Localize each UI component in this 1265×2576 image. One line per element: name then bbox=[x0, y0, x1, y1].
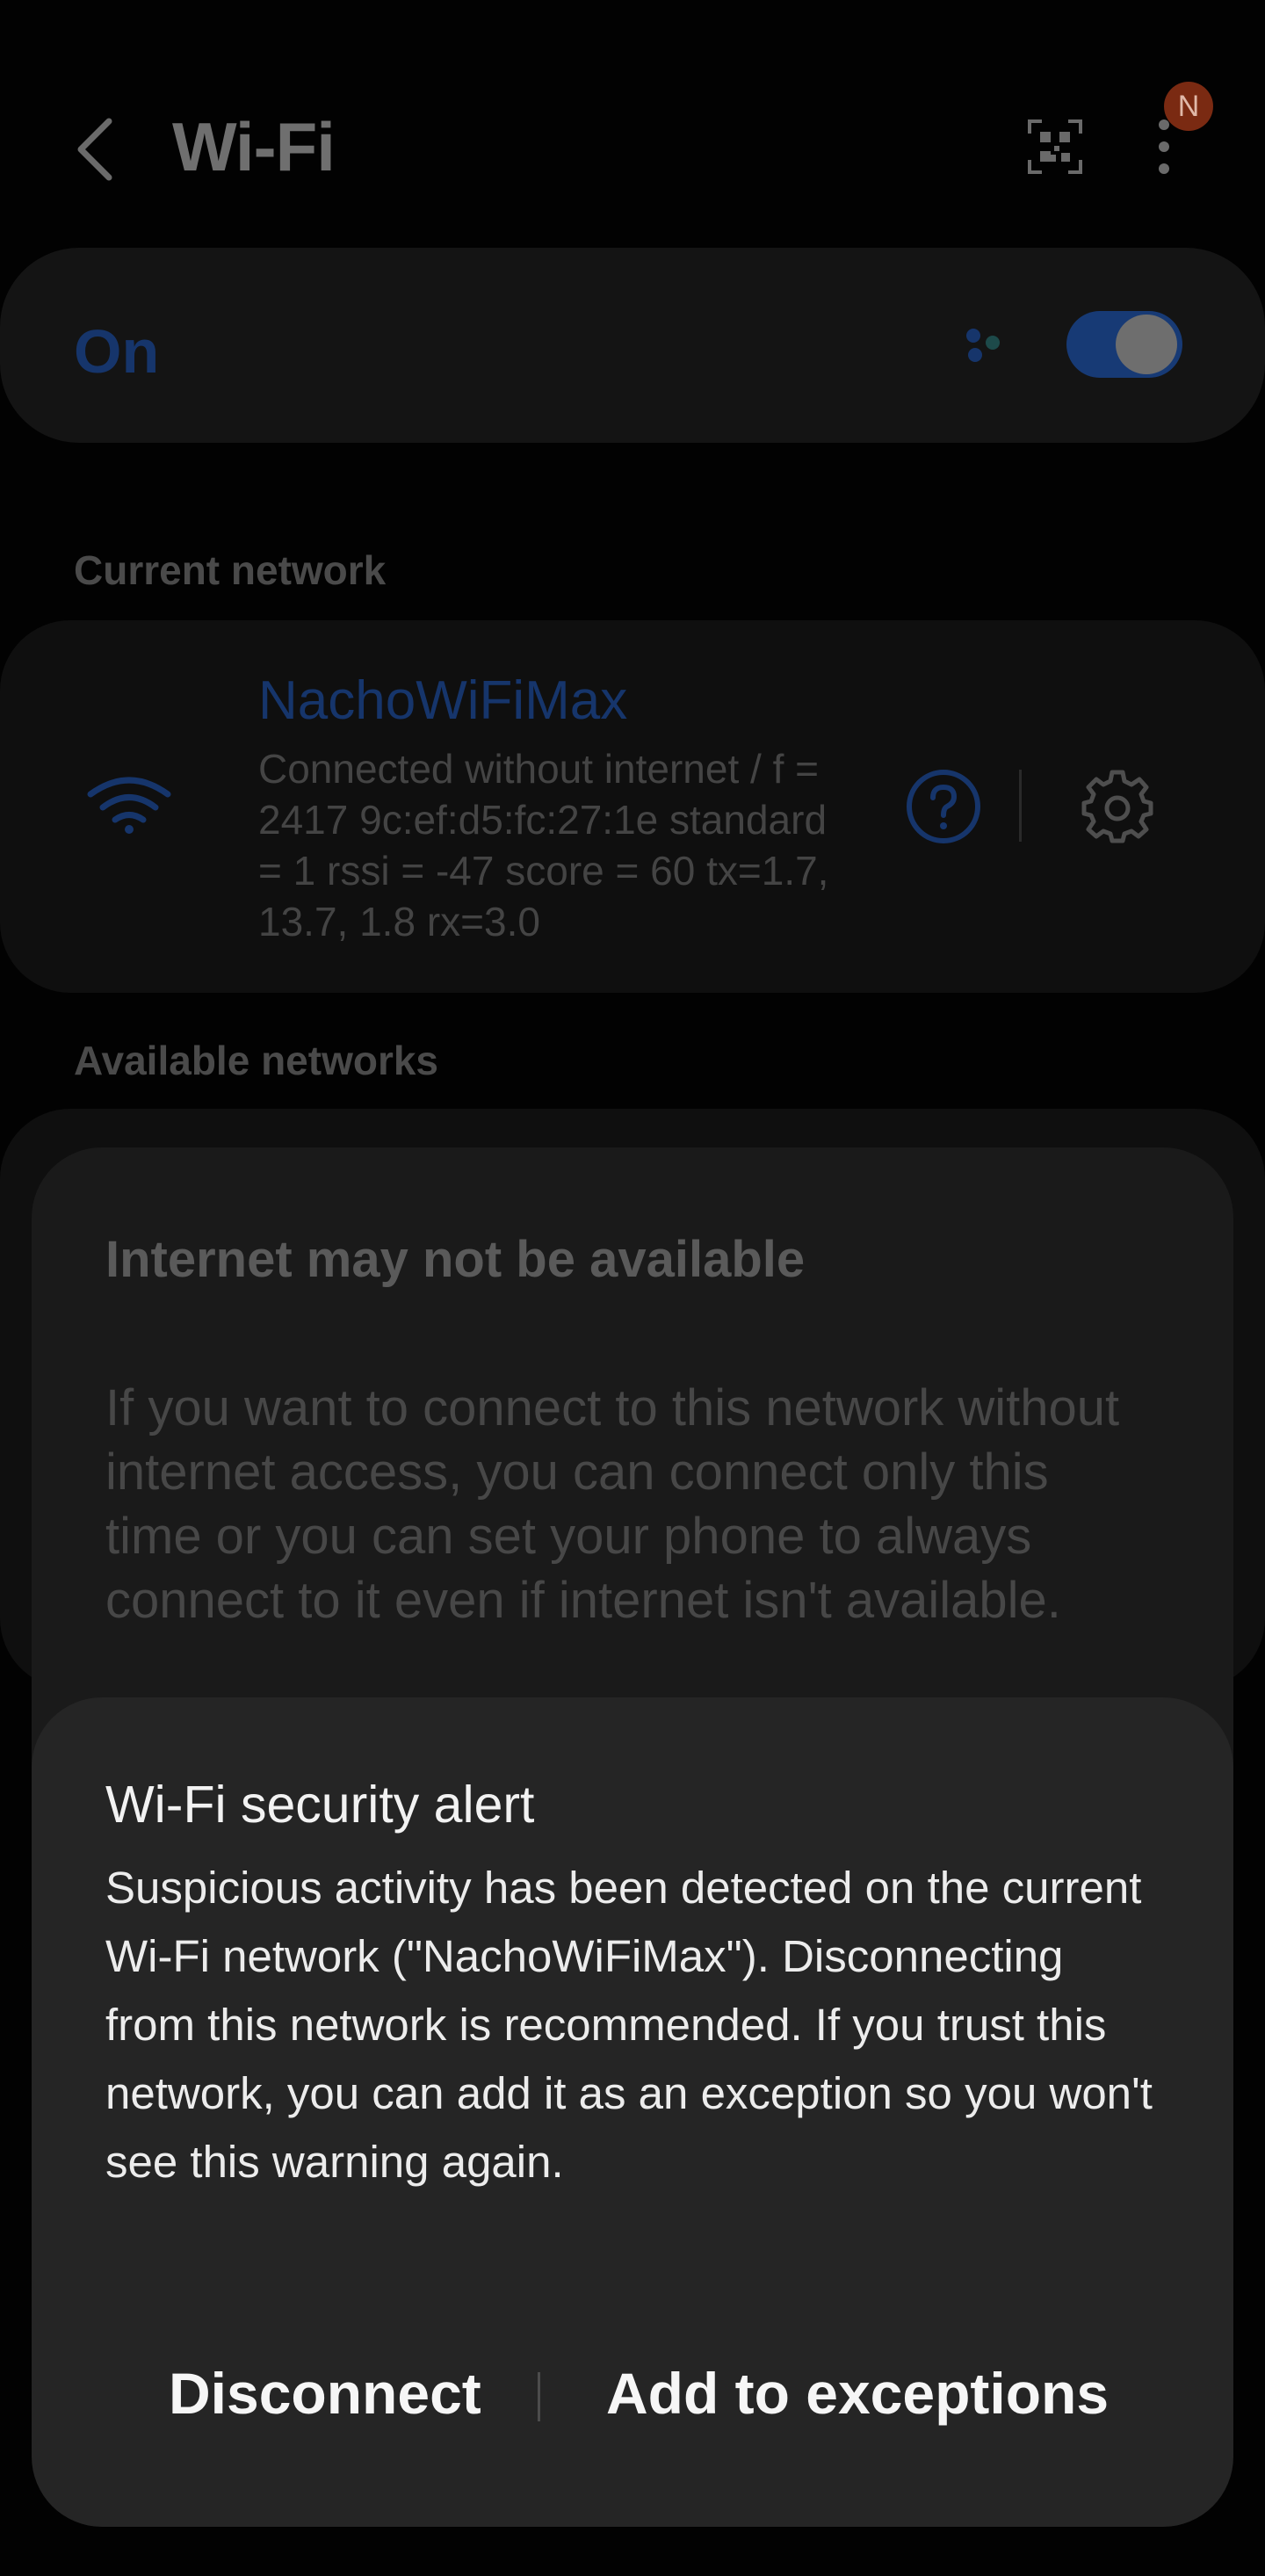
vertical-divider bbox=[1019, 770, 1022, 842]
back-icon[interactable] bbox=[70, 114, 119, 185]
button-divider bbox=[538, 2372, 540, 2421]
current-network-details: Connected without internet / f = 2417 9c… bbox=[258, 746, 829, 944]
notification-avatar[interactable]: N bbox=[1164, 82, 1213, 131]
current-network-header: Current network bbox=[74, 547, 387, 593]
gear-icon[interactable] bbox=[1081, 770, 1154, 843]
wifi-signal-icon bbox=[87, 777, 171, 834]
help-icon[interactable] bbox=[905, 768, 982, 845]
internet-warning-body: If you want to connect to this network w… bbox=[105, 1379, 1120, 1629]
connection-dots-icon bbox=[966, 329, 1000, 362]
add-to-exceptions-button[interactable]: Add to exceptions bbox=[606, 2360, 1109, 2427]
wifi-status-label: On bbox=[74, 317, 160, 386]
qr-code-icon[interactable] bbox=[1028, 119, 1082, 174]
available-networks-header: Available networks bbox=[74, 1038, 439, 1083]
toggle-knob bbox=[1116, 315, 1177, 374]
page-title: Wi-Fi bbox=[172, 108, 336, 185]
internet-warning-title: Internet may not be available bbox=[105, 1231, 806, 1288]
current-network-name: NachoWiFiMax bbox=[258, 670, 628, 731]
disconnect-button[interactable]: Disconnect bbox=[169, 2360, 481, 2427]
security-alert-body: Suspicious activity has been detected on… bbox=[105, 1863, 1153, 2187]
security-alert-title: Wi-Fi security alert bbox=[105, 1776, 535, 1834]
